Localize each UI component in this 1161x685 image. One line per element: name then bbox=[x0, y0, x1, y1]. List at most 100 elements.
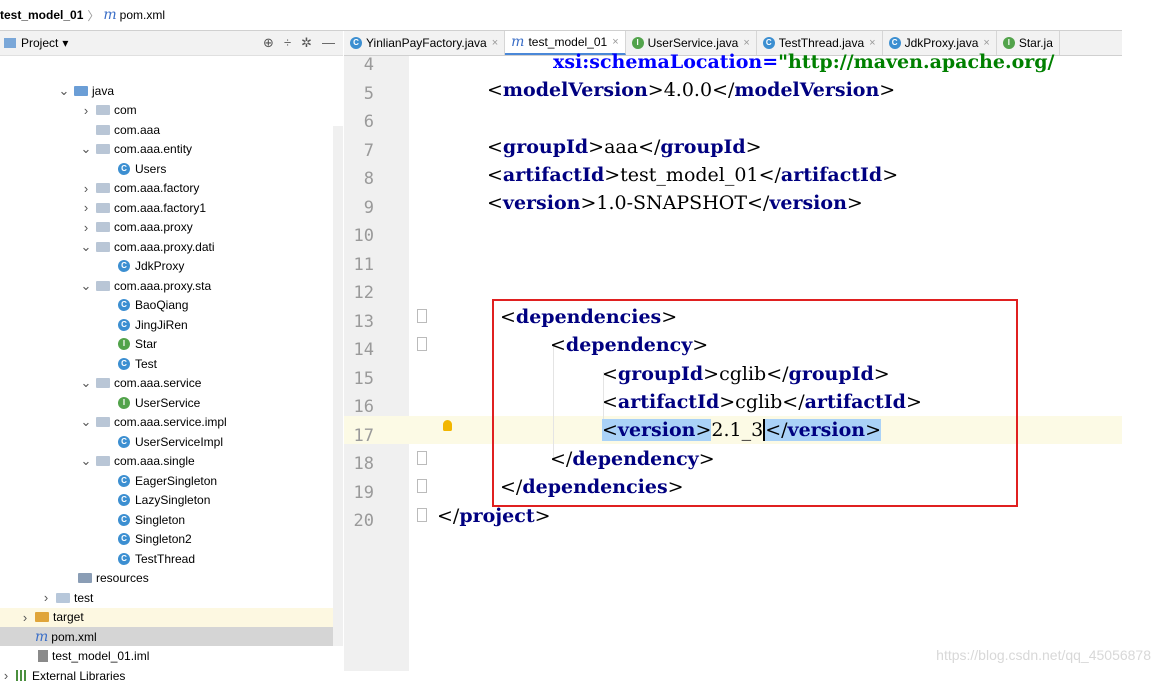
code-line-7[interactable]: <groupId>aaa</groupId> bbox=[487, 133, 762, 161]
tree-item-label: java bbox=[92, 83, 115, 98]
line-number: 20 bbox=[353, 511, 374, 531]
tree-item[interactable]: com.aaa bbox=[0, 120, 343, 139]
line-number: 9 bbox=[363, 197, 374, 218]
tree-item[interactable]: I UserService bbox=[0, 393, 343, 412]
hide-icon[interactable]: — bbox=[322, 35, 335, 51]
package-icon bbox=[96, 105, 110, 115]
tree-item[interactable]: I Star bbox=[0, 335, 343, 354]
tab-label: YinlianPayFactory.java bbox=[366, 36, 487, 50]
collapse-all-icon[interactable]: ÷ bbox=[284, 35, 291, 51]
chevron-right-icon[interactable]: › bbox=[80, 103, 92, 118]
fold-marker[interactable] bbox=[417, 508, 427, 522]
fold-marker[interactable] bbox=[417, 309, 427, 323]
close-icon[interactable]: × bbox=[492, 37, 498, 49]
chevron-right-icon[interactable]: › bbox=[80, 181, 92, 196]
chevron-down-icon[interactable]: ⌄ bbox=[80, 141, 92, 157]
fold-marker[interactable] bbox=[417, 479, 427, 493]
tree-item[interactable]: › test bbox=[0, 588, 343, 607]
tree-item[interactable]: C JingJiRen bbox=[0, 315, 343, 334]
tree-item[interactable]: ⌄ com.aaa.service bbox=[0, 374, 343, 393]
line-number: 17 bbox=[353, 425, 374, 446]
tree-item[interactable]: C Test bbox=[0, 354, 343, 373]
code-line-4[interactable]: xsi:schemaLocation="http://maven.apache.… bbox=[553, 48, 1054, 76]
tree-item[interactable]: test_model_01.iml bbox=[0, 647, 343, 666]
class-icon: C bbox=[118, 162, 130, 175]
close-icon[interactable]: × bbox=[612, 36, 618, 48]
tree-item[interactable]: C Singleton2 bbox=[0, 530, 343, 549]
chevron-right-icon[interactable]: › bbox=[80, 220, 92, 235]
tree-item[interactable]: ⌄ com.aaa.entity bbox=[0, 140, 343, 159]
chevron-right-icon[interactable]: › bbox=[40, 590, 52, 605]
breadcrumb-file[interactable]: pom.xml bbox=[120, 8, 165, 22]
tree-item[interactable]: C UserServiceImpl bbox=[0, 432, 343, 451]
class-icon: C bbox=[118, 260, 130, 272]
fold-marker[interactable] bbox=[417, 337, 427, 351]
project-scrollbar[interactable] bbox=[333, 126, 343, 646]
line-number: 10 bbox=[353, 226, 374, 246]
line-number: 16 bbox=[353, 397, 374, 417]
line-number: 5 bbox=[363, 83, 374, 104]
code-line-5[interactable]: <modelVersion>4.0.0</modelVersion> bbox=[487, 76, 895, 104]
locate-icon[interactable]: ⊕ bbox=[263, 35, 274, 51]
libraries-icon bbox=[16, 670, 28, 681]
class-icon: C bbox=[118, 435, 130, 448]
tree-item[interactable]: ⌄ com.aaa.proxy.sta bbox=[0, 276, 343, 295]
tree-item-label: com.aaa.proxy bbox=[114, 220, 193, 234]
chevron-down-icon[interactable]: ⌄ bbox=[80, 375, 92, 391]
tree-item[interactable]: ⌄ java bbox=[0, 81, 343, 100]
chevron-down-icon[interactable]: ⌄ bbox=[80, 278, 92, 294]
tree-item-label: JdkProxy bbox=[135, 259, 185, 273]
line-number: 18 bbox=[353, 454, 374, 474]
package-icon bbox=[96, 183, 110, 193]
class-icon: C bbox=[118, 533, 130, 545]
breadcrumb-project[interactable]: test_model_01 bbox=[0, 8, 83, 22]
fold-marker[interactable] bbox=[417, 451, 427, 465]
editor-tab[interactable]: C YinlianPayFactory.java × bbox=[344, 31, 506, 55]
tree-item[interactable]: C TestThread bbox=[0, 549, 343, 568]
gear-icon[interactable]: ✲ bbox=[301, 35, 312, 51]
tree-item[interactable]: › com.aaa.factory1 bbox=[0, 198, 343, 217]
annotation-box bbox=[492, 299, 1018, 507]
chevron-down-icon[interactable]: ⌄ bbox=[80, 239, 92, 255]
project-view-selector[interactable]: Project bbox=[21, 36, 58, 50]
tree-item[interactable]: m pom.xml bbox=[0, 627, 343, 646]
tree-item[interactable]: C Users bbox=[0, 159, 343, 178]
code-line-9[interactable]: <version>1.0-SNAPSHOT</version> bbox=[487, 189, 863, 217]
chevron-right-icon[interactable]: › bbox=[0, 668, 12, 683]
tree-item[interactable]: C EagerSingleton bbox=[0, 471, 343, 490]
tree-item[interactable]: › External Libraries bbox=[0, 666, 343, 685]
tree-item[interactable]: › target bbox=[0, 607, 343, 627]
tree-item[interactable]: C BaoQiang bbox=[0, 296, 343, 315]
resources-folder-icon bbox=[78, 573, 92, 583]
code-line-8[interactable]: <artifactId>test_model_01</artifactId> bbox=[487, 161, 898, 189]
chevron-down-icon[interactable]: ⌄ bbox=[80, 453, 92, 469]
tree-item[interactable]: C LazySingleton bbox=[0, 491, 343, 510]
tree-item-label: TestThread bbox=[135, 551, 196, 566]
chevron-right-icon[interactable]: › bbox=[19, 610, 31, 625]
tree-item[interactable]: ⌄ com.aaa.proxy.dati bbox=[0, 237, 343, 256]
tree-item-label: JingJiRen bbox=[135, 317, 188, 332]
tree-item-label: com.aaa.factory1 bbox=[114, 200, 207, 215]
package-icon bbox=[96, 222, 110, 232]
tree-item[interactable]: C Singleton bbox=[0, 510, 343, 529]
chevron-down-icon[interactable]: ⌄ bbox=[58, 83, 70, 99]
chevron-right-icon[interactable]: › bbox=[80, 200, 92, 215]
chevron-down-icon[interactable]: ⌄ bbox=[80, 414, 92, 430]
iml-file-icon bbox=[38, 650, 48, 662]
tree-item[interactable]: C JdkProxy bbox=[0, 257, 343, 276]
tree-item[interactable]: ⌄ com.aaa.single bbox=[0, 452, 343, 471]
line-number: 19 bbox=[353, 482, 374, 503]
tree-item[interactable]: › com bbox=[0, 101, 343, 120]
lightbulb-icon[interactable] bbox=[443, 420, 452, 431]
chevron-down-icon[interactable]: ▾ bbox=[62, 36, 68, 50]
project-icon bbox=[4, 38, 16, 48]
fold-gutter bbox=[409, 56, 438, 671]
tree-item[interactable]: › com.aaa.proxy bbox=[0, 218, 343, 237]
tree-item[interactable]: › com.aaa.factory bbox=[0, 179, 343, 198]
tree-item-label: com bbox=[114, 103, 137, 117]
tree-item-label: com.aaa bbox=[114, 122, 161, 137]
tree-item[interactable]: ⌄ com.aaa.service.impl bbox=[0, 413, 343, 432]
line-number: 6 bbox=[363, 112, 374, 132]
line-number: 15 bbox=[353, 368, 374, 389]
tree-item[interactable]: resources bbox=[0, 569, 343, 588]
